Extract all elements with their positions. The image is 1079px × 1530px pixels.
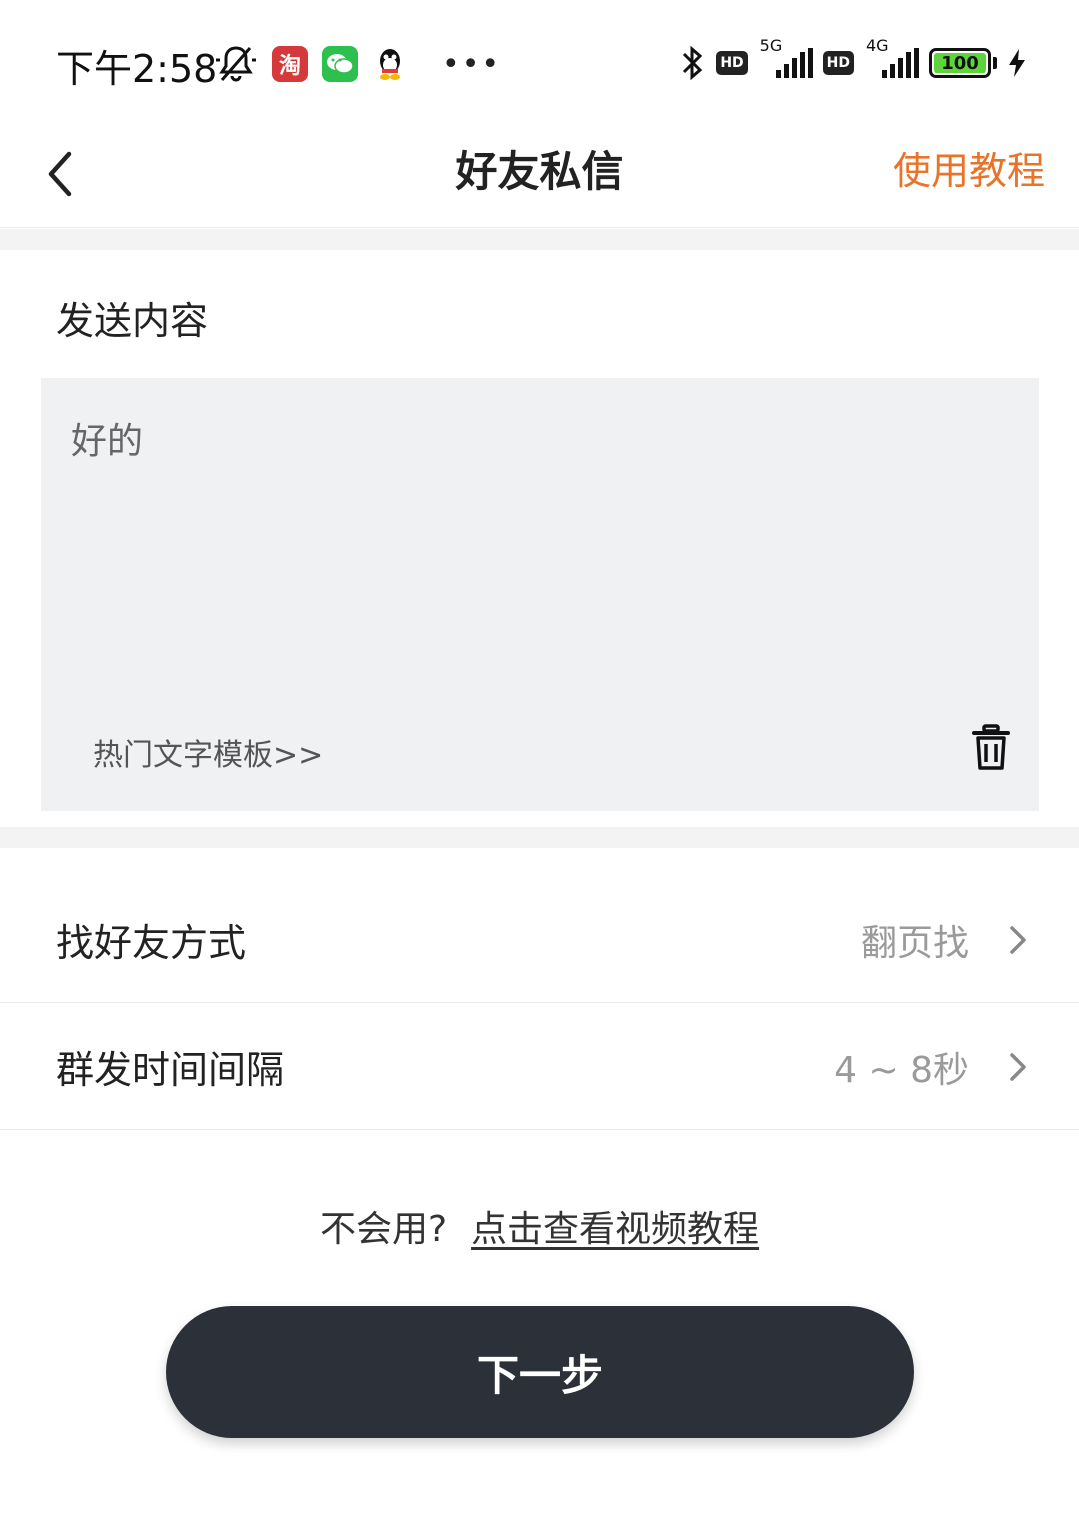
section-gap	[0, 229, 1079, 250]
signal-4g-icon: 4G	[864, 36, 919, 78]
chevron-right-icon	[1010, 1053, 1026, 1081]
settings-row-interval[interactable]: 群发时间间隔 4 ~ 8秒	[0, 1003, 1079, 1130]
charging-icon	[1009, 49, 1025, 77]
row-divider	[0, 1129, 1079, 1130]
help-line: 不会用? 点击查看视频教程	[0, 1200, 1079, 1252]
network-type-5g: 5G	[759, 36, 783, 55]
battery-level: 100	[934, 53, 986, 74]
status-icons-right: HD 5G HD 4G 100	[680, 36, 1027, 86]
help-prompt: 不会用?	[319, 1209, 448, 1250]
section-gap-2	[0, 827, 1079, 848]
navigation-bar: 好友私信 使用教程	[0, 120, 1079, 228]
status-bar: 下午2:58 淘 ••• HD 5G HD 4G 100	[0, 0, 1079, 120]
taobao-app-icon: 淘	[272, 46, 308, 82]
mute-bell-icon	[216, 46, 256, 82]
message-editor[interactable]: 好的 热门文字模板>>	[41, 378, 1039, 811]
status-icons-left: 淘 •••	[214, 42, 501, 86]
qq-app-icon	[372, 46, 408, 82]
settings-row-find-friends[interactable]: 找好友方式 翻页找	[0, 876, 1079, 1003]
message-input[interactable]: 好的	[71, 412, 143, 464]
hot-templates-link[interactable]: 热门文字模板>>	[93, 730, 323, 774]
bluetooth-icon	[683, 45, 703, 81]
status-time: 下午2:58	[56, 47, 218, 91]
signal-5g-icon: 5G	[758, 36, 813, 78]
row-value: 4 ~ 8秒	[834, 1050, 969, 1091]
send-content-title: 发送内容	[56, 299, 209, 343]
hd-voice-badge: HD	[716, 51, 748, 75]
more-notifications-icon: •••	[442, 46, 502, 82]
tutorial-button[interactable]: 使用教程	[893, 140, 1045, 195]
trash-icon[interactable]	[971, 724, 1011, 772]
battery-icon: 100	[929, 48, 997, 78]
wechat-app-icon	[322, 46, 358, 82]
video-tutorial-link[interactable]: 点击查看视频教程	[471, 1209, 759, 1250]
network-type-4g: 4G	[866, 36, 889, 55]
next-step-button[interactable]: 下一步	[166, 1306, 914, 1438]
row-value: 翻页找	[860, 923, 969, 964]
row-label: 找好友方式	[56, 921, 247, 965]
chevron-right-icon	[1010, 926, 1026, 954]
hd-voice-badge-2: HD	[822, 51, 854, 75]
row-label: 群发时间间隔	[56, 1048, 285, 1092]
